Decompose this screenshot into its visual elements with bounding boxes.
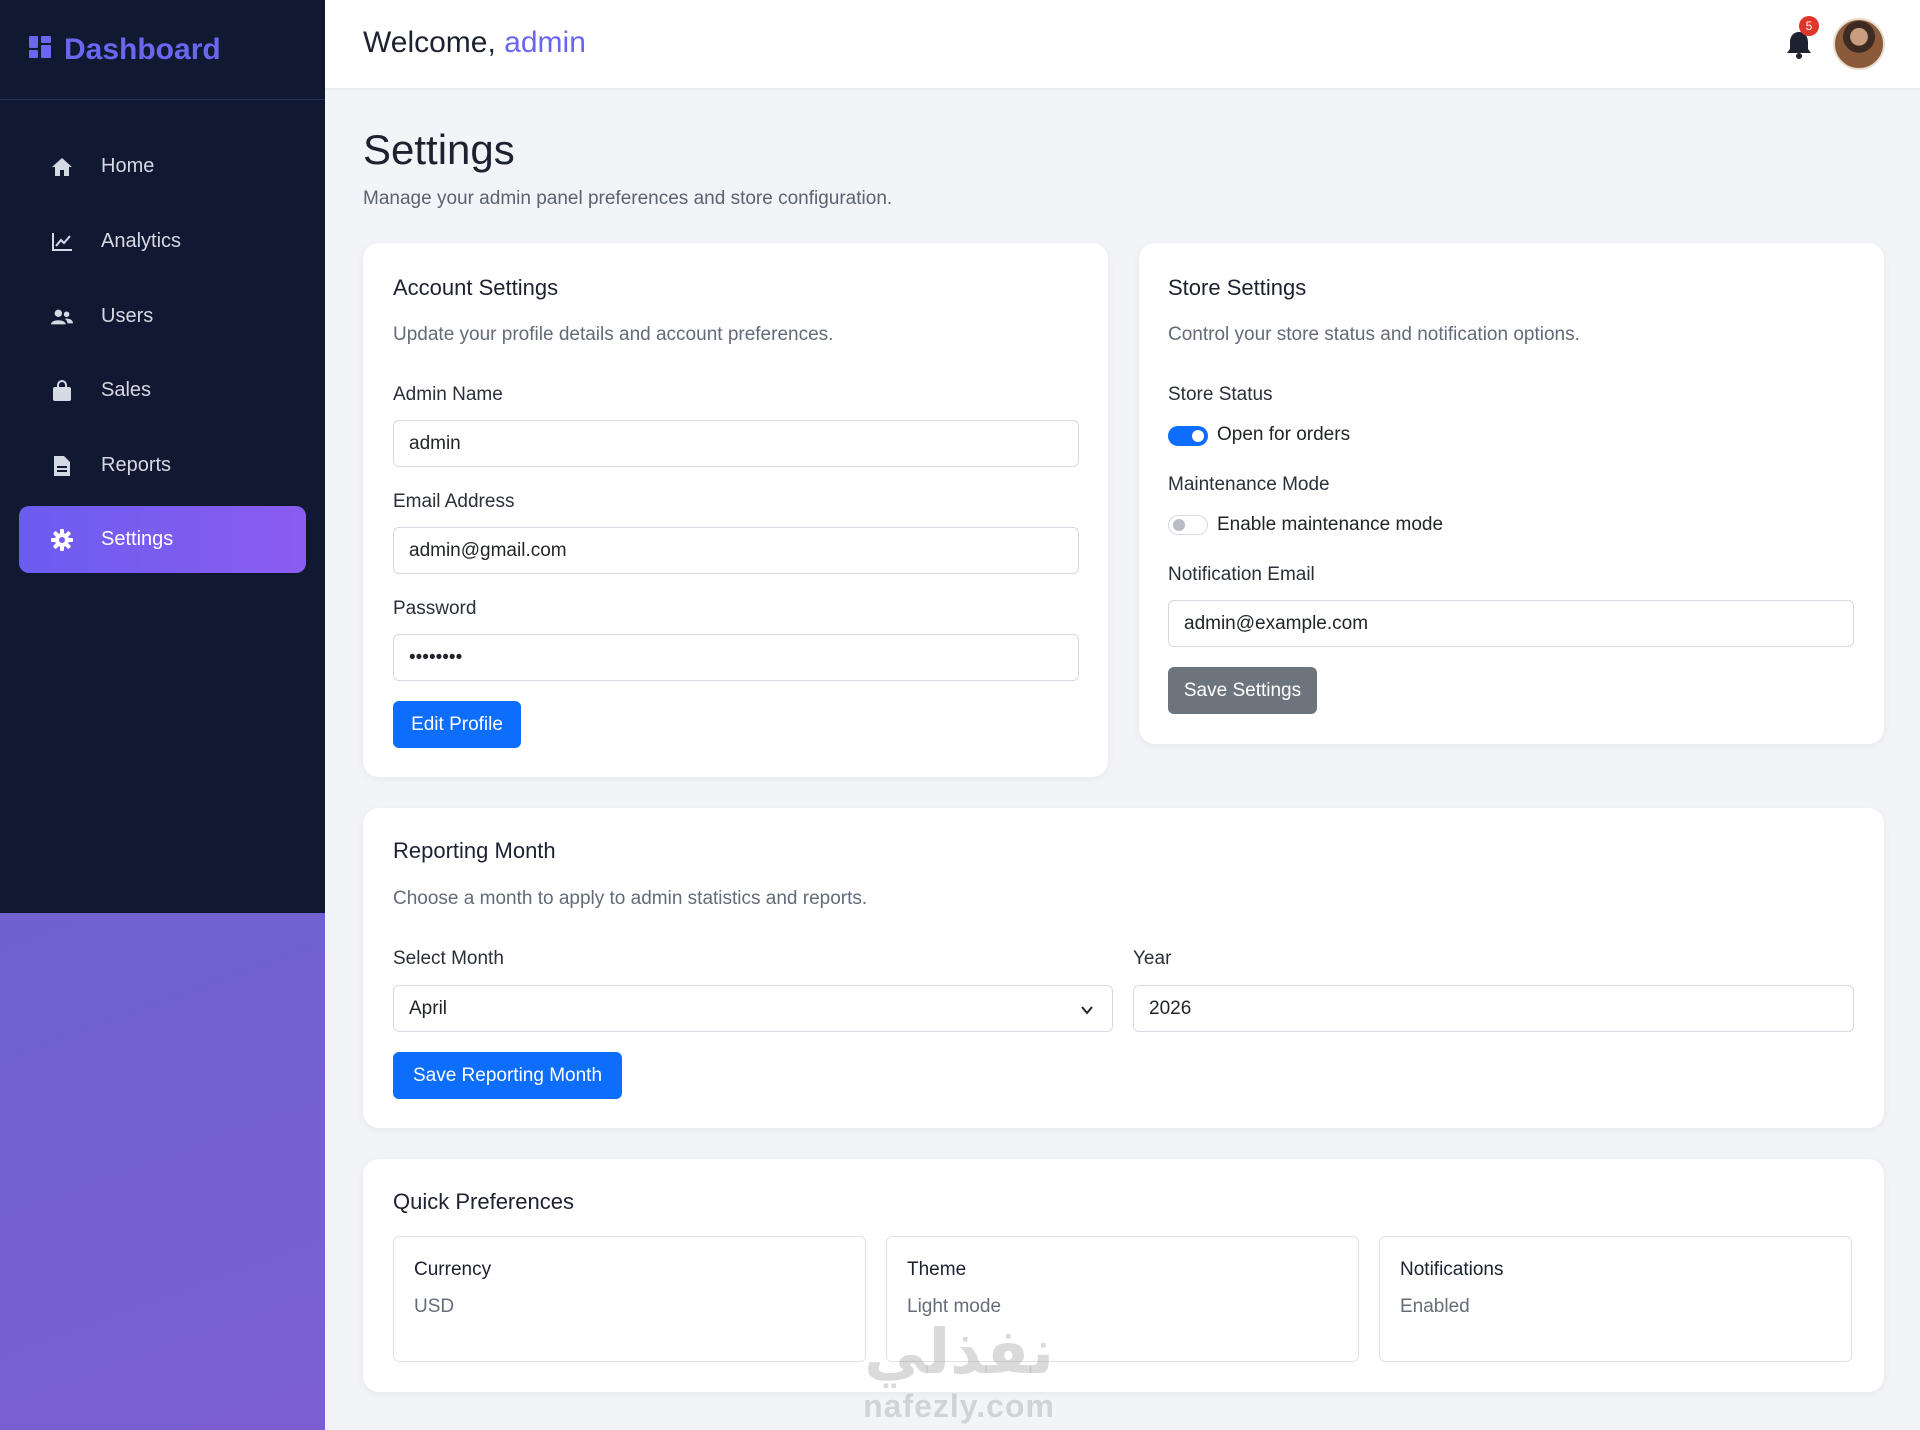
users-icon [51,306,73,328]
card-title: Reporting Month [393,838,556,863]
preference-title: Currency [414,1259,492,1280]
edit-profile-button[interactable]: Edit Profile [393,701,521,748]
card-title: Account Settings [393,275,559,300]
selected-month: April [409,997,448,1019]
top-header: Welcome, admin 5 [325,0,1920,88]
email-label: Email Address [393,491,515,512]
save-settings-button[interactable]: Save Settings [1168,667,1317,714]
save-reporting-month-button[interactable]: Save Reporting Month [393,1052,622,1099]
sidebar: Dashboard Home Analytics Users Sales Rep… [0,0,325,1430]
card-title: Quick Preferences [393,1189,574,1214]
select-month-label: Select Month [393,948,504,969]
watermark-arabic: نفذلي [864,1318,1054,1387]
preference-title: Theme [907,1259,967,1280]
home-icon [51,156,73,178]
sidebar-item-label: Analytics [101,230,182,252]
preference-value: USD [414,1296,455,1317]
watermark: نفذلي nafezly.com [852,1318,1066,1424]
notification-badge: 5 [1799,16,1819,36]
account-settings-card: Account Settings Update your profile det… [363,243,1108,777]
preference-title: Notifications [1400,1259,1504,1280]
month-select[interactable]: April [393,985,1113,1032]
card-subtitle: Control your store status and notificati… [1168,324,1580,345]
file-icon [51,455,73,477]
sidebar-item-users[interactable]: Users [19,283,306,350]
sidebar-item-label: Users [101,305,154,327]
sidebar-item-label: Settings [101,528,174,550]
welcome-message: Welcome, admin [363,26,586,60]
chevron-down-icon [1080,1001,1094,1015]
sidebar-item-label: Sales [101,379,152,401]
shopping-bag-icon [51,379,73,402]
card-title: Store Settings [1168,275,1307,300]
sidebar-item-label: Home [101,155,155,177]
preference-currency: Currency USD [393,1236,866,1362]
notification-email-field[interactable]: admin@example.com [1168,600,1854,647]
sidebar-item-settings[interactable]: Settings [19,506,306,573]
page-title: Settings [363,126,515,173]
preference-notifications: Notifications Enabled [1379,1236,1852,1362]
username: admin [504,26,586,59]
password-field[interactable]: •••••••• [393,634,1079,681]
maintenance-toggle-label: Enable maintenance mode [1217,514,1444,535]
welcome-text: Welcome, [363,26,496,59]
dashboard-grid-icon [28,33,52,67]
card-subtitle: Choose a month to apply to admin statist… [393,888,868,909]
preference-value: Light mode [907,1296,1002,1317]
maintenance-mode-label: Maintenance Mode [1168,474,1330,495]
card-subtitle: Update your profile details and account … [393,324,834,345]
year-input[interactable]: 2026 [1133,985,1854,1032]
store-status-toggle[interactable] [1168,426,1208,446]
divider [0,99,325,100]
maintenance-mode-toggle[interactable] [1168,515,1208,535]
store-status-toggle-label: Open for orders [1217,424,1351,445]
store-status-label: Store Status [1168,384,1273,405]
avatar[interactable] [1833,18,1885,70]
store-settings-card: Store Settings Control your store status… [1139,243,1884,744]
admin-name-input[interactable]: admin [393,420,1079,467]
password-label: Password [393,598,477,619]
notification-email-label: Notification Email [1168,564,1315,585]
year-label: Year [1133,948,1172,969]
sidebar-item-reports[interactable]: Reports [19,432,306,499]
gear-icon [51,528,73,551]
brand[interactable]: Dashboard [28,30,221,70]
sidebar-item-sales[interactable]: Sales [19,357,306,424]
watermark-latin: nafezly.com [863,1388,1055,1424]
sidebar-item-analytics[interactable]: Analytics [19,208,306,275]
sidebar-item-home[interactable]: Home [19,133,306,200]
email-field[interactable]: admin@gmail.com [393,527,1079,574]
sidebar-item-label: Reports [101,454,172,476]
admin-name-label: Admin Name [393,384,503,405]
reporting-month-card: Reporting Month Choose a month to apply … [363,808,1884,1128]
brand-title: Dashboard [64,33,221,66]
page-subtitle: Manage your admin panel preferences and … [363,188,893,209]
preference-value: Enabled [1400,1296,1470,1317]
chart-line-icon [51,231,73,253]
